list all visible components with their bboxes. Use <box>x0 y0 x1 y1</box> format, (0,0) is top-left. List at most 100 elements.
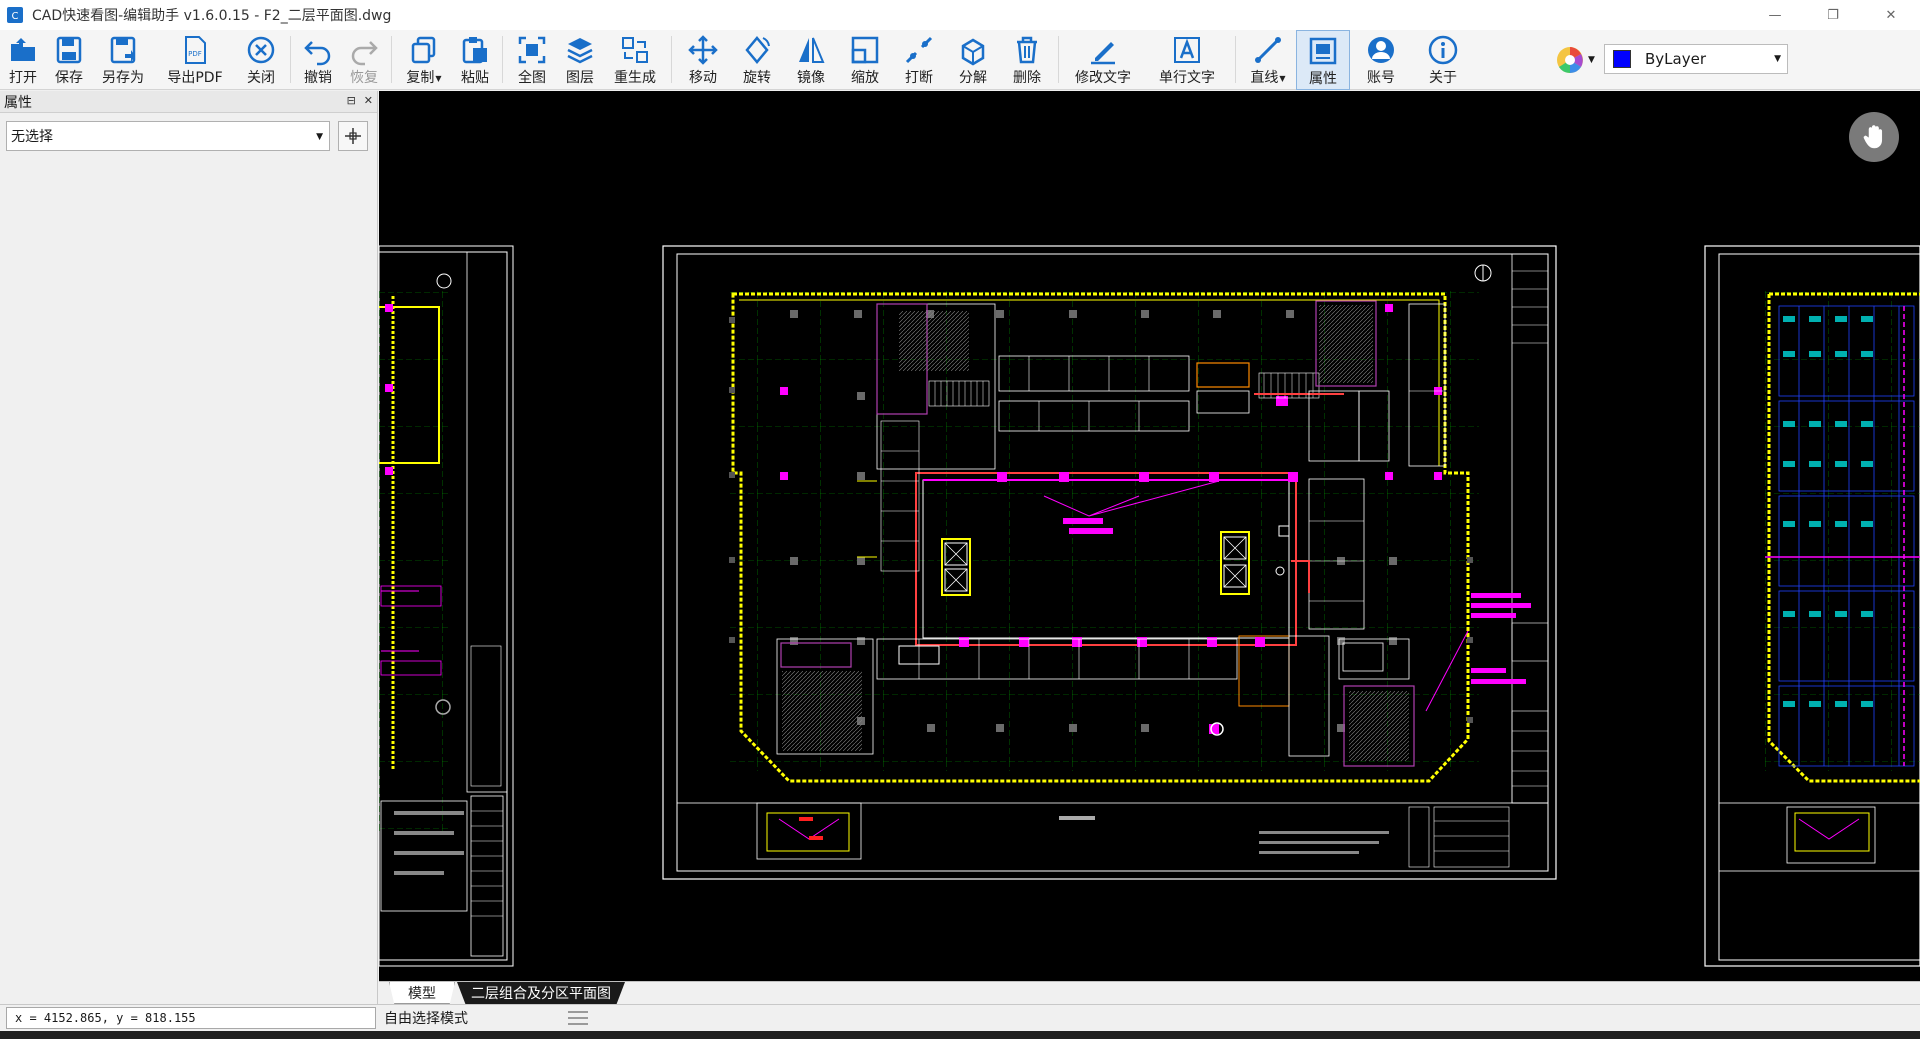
left-sheet <box>379 245 514 967</box>
user-avatar-icon <box>1368 37 1394 63</box>
save-as-label: 另存为 <box>102 70 144 86</box>
line-label: 直线▼ <box>1250 70 1286 86</box>
toolbar-divider <box>290 36 291 83</box>
properties-label: 属性 <box>1309 71 1337 87</box>
regenerate-button[interactable]: 重生成 <box>603 30 667 90</box>
os-taskbar <box>0 1031 1920 1039</box>
toolbar-divider <box>1235 36 1236 83</box>
panel-close-icon[interactable]: ✕ <box>364 94 373 107</box>
break-line-icon <box>905 36 933 64</box>
open-button[interactable]: 打开 <box>0 30 46 90</box>
about-label: 关于 <box>1429 70 1457 86</box>
explode-button[interactable]: 分解 <box>946 30 1000 90</box>
close-file-label: 关闭 <box>247 70 275 86</box>
edit-text-button[interactable]: 修改文字 <box>1063 30 1143 90</box>
break-button[interactable]: 打断 <box>892 30 946 90</box>
coordinate-readout: x = 4152.865, y = 818.155 <box>6 1007 376 1029</box>
regenerate-icon <box>622 37 648 63</box>
undo-button[interactable]: 撤销 <box>295 30 341 90</box>
layer-select-value: ByLayer <box>1645 50 1706 68</box>
line-tool-icon <box>1255 37 1281 63</box>
copy-label: 复制▼ <box>406 70 442 86</box>
color-picker[interactable]: ▼ <box>1555 43 1599 77</box>
toolbar-divider <box>1058 36 1059 83</box>
rotate-icon <box>745 36 770 64</box>
copy-button[interactable]: 复制▼ <box>396 30 452 90</box>
layer-color-dropdown[interactable]: ByLayer ▼ <box>1604 44 1788 74</box>
pdf-badge-text: PDF <box>188 50 202 58</box>
undo-label: 撤销 <box>304 70 332 86</box>
pencil-icon <box>1091 42 1115 65</box>
svg-text:C: C <box>12 11 19 22</box>
mirror-icon <box>799 37 825 63</box>
color-wheel-icon <box>1557 47 1583 74</box>
open-folder-icon <box>11 38 35 61</box>
pin-icon[interactable]: ⊟ <box>347 94 356 107</box>
chevron-down-icon: ▼ <box>316 132 323 142</box>
export-pdf-label: 导出PDF <box>167 70 223 86</box>
info-icon <box>1428 35 1458 65</box>
delete-label: 删除 <box>1013 70 1041 86</box>
layout-tab-bar: 模型 二层组合及分区平面图 <box>379 981 1920 1004</box>
chevron-down-icon: ▼ <box>1588 55 1595 65</box>
minimize-button[interactable]: — <box>1746 0 1804 30</box>
save-as-button[interactable]: 另存为 <box>92 30 154 90</box>
properties-button[interactable]: 属性 <box>1296 30 1350 90</box>
scale-button[interactable]: 缩放 <box>838 30 892 90</box>
mirror-label: 镜像 <box>797 70 825 86</box>
move-label: 移动 <box>689 70 717 86</box>
export-pdf-button[interactable]: PDF 导出PDF <box>154 30 236 90</box>
tab-layout[interactable]: 二层组合及分区平面图 <box>457 982 625 1004</box>
properties-panel: 属性 ⊟ ✕ 无选择 ▼ <box>0 91 378 1004</box>
move-button[interactable]: 移动 <box>676 30 730 90</box>
text-box-icon <box>1174 37 1200 63</box>
chevron-down-icon: ▼ <box>435 73 442 83</box>
line-button[interactable]: 直线▼ <box>1240 30 1296 90</box>
delete-button[interactable]: 删除 <box>1000 30 1054 90</box>
account-label: 账号 <box>1367 70 1395 86</box>
save-disk-icon <box>56 36 82 64</box>
close-circle-icon <box>247 36 275 64</box>
drawing-canvas[interactable] <box>379 91 1920 981</box>
close-file-button[interactable]: 关闭 <box>236 30 286 90</box>
restore-button[interactable]: ❐ <box>1804 0 1862 30</box>
fit-all-label: 全图 <box>518 70 546 86</box>
panel-header: 属性 ⊟ ✕ <box>0 91 377 113</box>
move-arrows-icon <box>688 35 718 65</box>
tab-model[interactable]: 模型 <box>389 982 455 1004</box>
color-swatch <box>1613 50 1631 68</box>
save-label: 保存 <box>55 70 83 86</box>
rotate-button[interactable]: 旋转 <box>730 30 784 90</box>
account-button[interactable]: 账号 <box>1350 30 1412 90</box>
copy-icon <box>411 36 436 64</box>
single-line-text-button[interactable]: 单行文字 <box>1143 30 1231 90</box>
about-button[interactable]: 关于 <box>1412 30 1474 90</box>
scale-icon <box>851 36 879 64</box>
save-button[interactable]: 保存 <box>46 30 92 90</box>
toolbar-divider <box>671 36 672 83</box>
layers-button[interactable]: 图层 <box>557 30 603 90</box>
mirror-button[interactable]: 镜像 <box>784 30 838 90</box>
paste-label: 粘贴 <box>461 70 489 86</box>
toolbar-divider <box>502 36 503 83</box>
selection-mode-label[interactable]: 自由选择模式 <box>384 1008 468 1028</box>
menu-lines-icon[interactable] <box>568 1011 588 1025</box>
panel-title: 属性 <box>4 94 32 111</box>
redo-button[interactable]: 恢复 <box>341 30 387 90</box>
explode-cube-icon <box>961 38 985 66</box>
redo-label: 恢复 <box>350 70 378 86</box>
main-sheet <box>662 245 1557 880</box>
fit-all-button[interactable]: 全图 <box>507 30 557 90</box>
close-window-button[interactable]: ✕ <box>1862 0 1920 30</box>
selection-value: 无选择 <box>11 129 53 145</box>
cad-drawing <box>379 245 1920 967</box>
properties-panel-icon <box>1309 37 1337 65</box>
selection-dropdown[interactable]: 无选择 ▼ <box>6 121 330 151</box>
pdf-file-icon: PDF <box>185 36 206 64</box>
title-bar: C CAD快速看图-编辑助手 v1.6.0.15 - F2_二层平面图.dwg … <box>0 0 1920 30</box>
paste-button[interactable]: 粘贴 <box>452 30 498 90</box>
pick-object-button[interactable] <box>338 121 368 151</box>
pan-hand-button[interactable] <box>1849 112 1899 162</box>
single-line-text-label: 单行文字 <box>1159 70 1215 86</box>
undo-arrow-icon <box>304 41 331 66</box>
